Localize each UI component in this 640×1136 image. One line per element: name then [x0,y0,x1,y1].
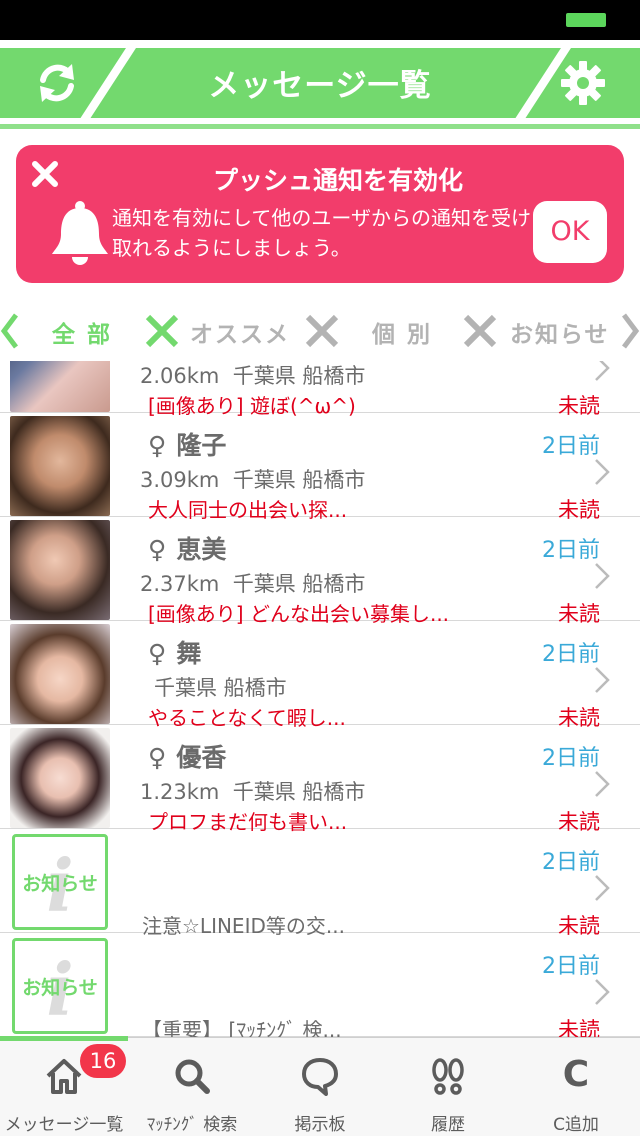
distance-location: 1.23km 千葉県 船橋市 [140,780,366,804]
message-row[interactable]: ♀ 優香 2日前 1.23km 千葉県 船橋市 プロフまだ何も書い... 未読 [0,726,640,834]
unread-status: 未読 [558,1018,600,1037]
message-date: 2日前 [542,746,600,771]
avatar [10,361,110,412]
bottom-navigation: 16 メッセージ一覧 ﾏｯﾁﾝｸﾞ 検索 掲示板 履歴 C C追加 [0,1036,640,1136]
message-date: 2日前 [542,642,600,667]
chevron-right-icon [594,562,610,590]
bell-icon [48,200,112,266]
push-notification-banner: プッシュ通知を有効化 通知を有効にして他のユーザからの通知を受け取れるようにしま… [16,145,624,283]
notice-badge-label: お知らせ [22,977,98,999]
chevron-right-icon [594,874,610,902]
nav-history[interactable]: 履歴 [384,1038,512,1136]
gear-icon[interactable] [558,58,608,108]
message-filter-tabs: 全 部 オススメ 個 別 お知らせ [0,307,640,355]
avatar [10,624,110,724]
app-header: メッセージ一覧 [0,48,640,118]
message-list: 2.06km 千葉県 船橋市 [画像あり] 遊ぼ(^ω^) 未読 ♀ 隆子 2日前… [0,361,640,1037]
distance-location: 2.37km 千葉県 船橋市 [140,572,366,596]
tab-recommended[interactable]: オススメ [190,315,290,349]
nav-label: メッセージ一覧 [4,1115,124,1135]
tab-all[interactable]: 全 部 [52,315,112,349]
sender-name: ♀ 隆子 [148,431,227,460]
footprints-icon [428,1056,468,1096]
ok-button[interactable]: OK [533,201,607,263]
page-title: メッセージ一覧 [208,68,432,104]
message-preview: 【重要】 [ﾏｯﾁﾝｸﾞ 検... [142,1018,342,1037]
tab-separator-x-icon [144,313,180,349]
notice-info-icon: i お知らせ [12,834,108,930]
avatar [10,728,110,828]
nav-c-add[interactable]: C C追加 [512,1038,640,1136]
message-date: 2日前 [542,434,600,459]
avatar [10,520,110,620]
chevron-left-icon[interactable] [0,311,20,351]
message-row[interactable]: ♀ 舞 2日前 千葉県 船橋市 やることなくて暇し... 未読 [0,622,640,730]
notice-info-icon: i お知らせ [12,938,108,1034]
message-date: 2日前 [542,954,600,979]
push-body: 通知を有効にして他のユーザからの通知を受け取れるようにしましょう。 [112,206,531,260]
message-date: 2日前 [542,538,600,563]
unread-count-badge: 16 [80,1044,126,1078]
battery-icon [566,13,606,27]
tab-notices[interactable]: お知らせ [510,315,610,349]
nav-label: ﾏｯﾁﾝｸﾞ 検索 [146,1115,238,1135]
nav-label: C追加 [553,1115,599,1135]
chevron-right-icon [594,770,610,798]
notice-row[interactable]: i お知らせ 2日前 注意☆LINEID等の交... 未読 [0,830,640,938]
nav-bulletin-board[interactable]: 掲示板 [256,1038,384,1136]
chevron-right-icon [594,361,610,382]
status-bar [0,0,640,40]
chevron-right-icon [594,458,610,486]
sender-name: ♀ 優香 [148,743,227,772]
distance-location: 千葉県 船橋市 [154,676,287,700]
home-icon [44,1056,84,1096]
message-date: 2日前 [542,850,600,875]
distance-location: 2.06km 千葉県 船橋市 [140,364,366,388]
nav-label: 履歴 [431,1115,465,1135]
chevron-right-icon[interactable] [620,311,640,351]
tab-separator-x-icon [304,313,340,349]
tab-separator-x-icon [462,313,498,349]
avatar [10,416,110,516]
notice-row[interactable]: i お知らせ 2日前 【重要】 [ﾏｯﾁﾝｸﾞ 検... 未読 [0,934,640,1037]
notice-badge-label: お知らせ [22,873,98,895]
message-row[interactable]: 2.06km 千葉県 船橋市 [画像あり] 遊ぼ(^ω^) 未読 [0,361,640,418]
distance-location: 3.09km 千葉県 船橋市 [140,468,366,492]
nav-messages[interactable]: 16 メッセージ一覧 [0,1038,128,1136]
push-title: プッシュ通知を有効化 [212,166,463,195]
message-row[interactable]: ♀ 恵美 2日前 2.37km 千葉県 船橋市 [画像あり] どんな出会い募集し.… [0,518,640,626]
message-row[interactable]: ♀ 隆子 2日前 3.09km 千葉県 船橋市 大人同士の出会い探... 未読 [0,414,640,522]
sender-name: ♀ 舞 [148,639,202,668]
speech-bubble-icon [300,1056,340,1096]
chevron-right-icon [594,978,610,1006]
nav-matching-search[interactable]: ﾏｯﾁﾝｸﾞ 検索 [128,1038,256,1136]
search-icon [172,1056,212,1096]
nav-label: 掲示板 [294,1115,346,1135]
chevron-right-icon [594,666,610,694]
tab-individual[interactable]: 個 別 [372,315,432,349]
header-underline [0,124,640,129]
c-icon: C [562,1054,590,1095]
sender-name: ♀ 恵美 [148,535,227,564]
